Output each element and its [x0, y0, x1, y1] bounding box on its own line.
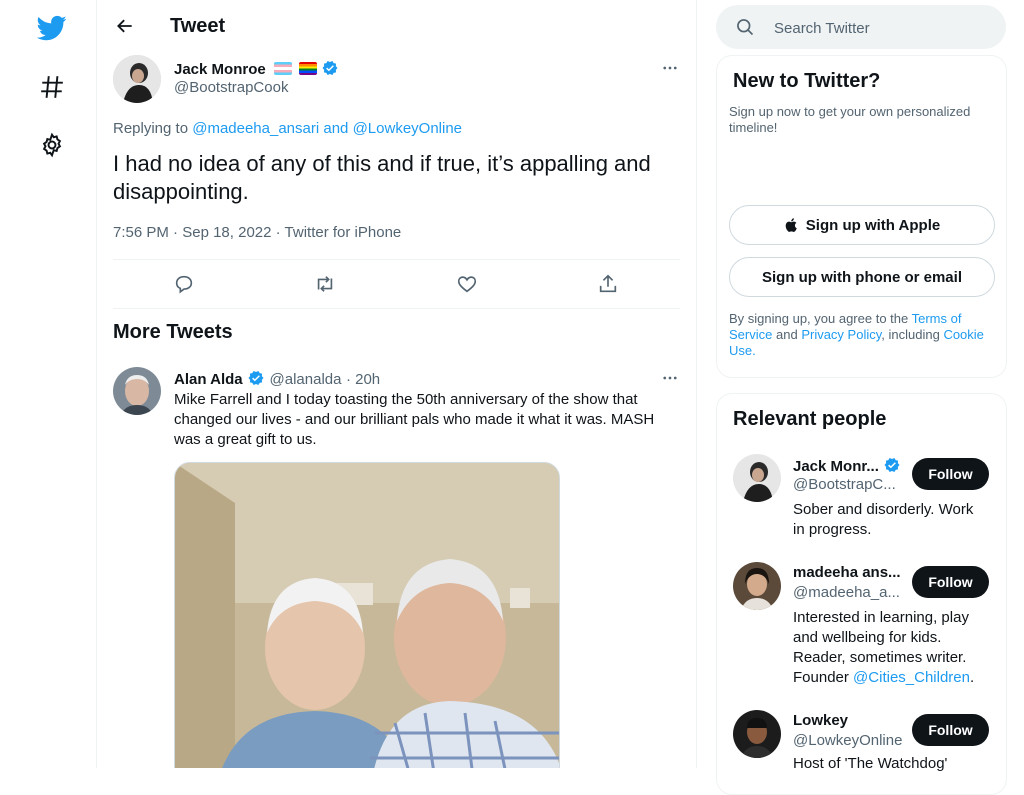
search-bar[interactable] [716, 5, 1006, 51]
person-avatar[interactable] [733, 454, 781, 502]
signup-apple-button[interactable]: Sign up with Apple [729, 205, 995, 245]
signup-title: New to Twitter? [733, 70, 881, 92]
like-icon[interactable] [454, 272, 480, 296]
twitter-logo-icon[interactable] [30, 6, 74, 50]
person-handle: @BootstrapC... [793, 476, 896, 493]
left-nav [0, 0, 96, 768]
hashtag-icon[interactable] [30, 65, 74, 109]
apple-icon [784, 216, 800, 234]
share-icon[interactable] [595, 272, 621, 296]
person-handle: @LowkeyOnline [793, 732, 903, 749]
tweet-body: Mike Farrell and I today toasting the 50… [174, 391, 655, 448]
tweet-author-handle[interactable]: @alanalda [270, 371, 342, 388]
person-avatar[interactable] [733, 710, 781, 758]
person-name[interactable]: madeeha ans... [793, 564, 903, 581]
replying-and: and [323, 120, 349, 137]
legal-text: By signing up, you agree to the Terms of… [729, 311, 991, 359]
verified-badge-icon [883, 456, 901, 478]
signup-phone-button[interactable]: Sign up with phone or email [729, 257, 995, 297]
follow-button[interactable]: Follow [912, 458, 989, 490]
replying-to: Replying to @madeeha_ansari and @LowkeyO… [113, 120, 462, 137]
more-tweets-title: More Tweets [113, 321, 233, 343]
back-button[interactable] [107, 8, 143, 44]
reply-icon[interactable] [171, 272, 197, 296]
legal-prefix: By signing up, you agree to the [729, 311, 909, 326]
verified-badge-icon [321, 59, 339, 82]
more-options-button[interactable] [655, 363, 685, 393]
more-options-button[interactable] [655, 53, 685, 83]
person-avatar[interactable] [733, 562, 781, 610]
person-bio: Interested in learning, play and wellbei… [793, 608, 983, 688]
relevant-title: Relevant people [733, 408, 887, 430]
author-avatar[interactable] [113, 55, 161, 103]
tweet-author-avatar[interactable] [113, 367, 161, 415]
meta-separator: · [173, 224, 183, 241]
person-bio: Host of 'The Watchdog' [793, 755, 948, 772]
signup-apple-label: Sign up with Apple [805, 216, 941, 234]
author-handle[interactable]: @BootstrapCook [174, 79, 288, 96]
tweet-age[interactable]: 20h [355, 371, 380, 388]
trans-flag-emoji [274, 62, 293, 75]
tweet-photo[interactable] [174, 462, 560, 768]
tweet-time[interactable]: 7:56 PM [113, 224, 169, 241]
tweet-source[interactable]: Twitter for iPhone [285, 224, 402, 241]
legal-including: , including [881, 327, 940, 342]
page-title: Tweet [170, 15, 226, 37]
tweet-header: Alan Alda @alanalda · 20h [174, 369, 380, 392]
settings-icon[interactable] [30, 123, 74, 167]
person-name-row: Jack Monr... [793, 456, 901, 478]
signup-phone-label: Sign up with phone or email [761, 268, 962, 286]
tweet-actions [113, 259, 680, 309]
signup-card: New to Twitter? Sign up now to get your … [716, 55, 1007, 378]
person-handle: @madeeha_a... [793, 584, 900, 601]
tweet-author-name[interactable]: Alan Alda [174, 371, 243, 388]
author-name[interactable]: Jack Monroe [174, 61, 266, 78]
tweet-text: I had no idea of any of this and if true… [113, 151, 651, 204]
legal-and: and [775, 327, 798, 342]
tweet-date[interactable]: Sep 18, 2022 [182, 224, 271, 241]
follow-button[interactable]: Follow [912, 566, 989, 598]
signup-subtitle: Sign up now to get your own personalized… [729, 104, 971, 135]
main-column: Tweet Jack Monroe @BootstrapCook Replyin… [96, 0, 697, 768]
person-bio-end: . [970, 669, 975, 686]
person-name[interactable]: Jack Monr... [793, 458, 879, 475]
search-input[interactable] [772, 5, 996, 51]
search-icon [735, 17, 755, 42]
verified-badge-icon [247, 369, 265, 392]
privacy-link[interactable]: Privacy Policy [801, 327, 881, 342]
person-name[interactable]: Lowkey [793, 712, 848, 729]
meta-separator: · [275, 224, 285, 241]
header-bar: Tweet [97, 0, 696, 53]
tweet-meta: 7:56 PM · Sep 18, 2022 · Twitter for iPh… [113, 224, 401, 241]
relevant-people-card: Relevant people Jack Monr... @BootstrapC… [716, 393, 1007, 795]
meta-separator: · [345, 371, 356, 388]
follow-button[interactable]: Follow [912, 714, 989, 746]
retweet-icon[interactable] [312, 272, 338, 296]
replying-prefix: Replying to [113, 120, 189, 137]
person-bio: Sober and disorderly. Work in progress. [793, 501, 974, 538]
replying-user-link[interactable]: @LowkeyOnline [353, 120, 462, 137]
person-bio-link[interactable]: @Cities_Children [853, 669, 970, 686]
replying-user-link[interactable]: @madeeha_ansari [192, 120, 319, 137]
rainbow-flag-emoji [298, 62, 317, 75]
